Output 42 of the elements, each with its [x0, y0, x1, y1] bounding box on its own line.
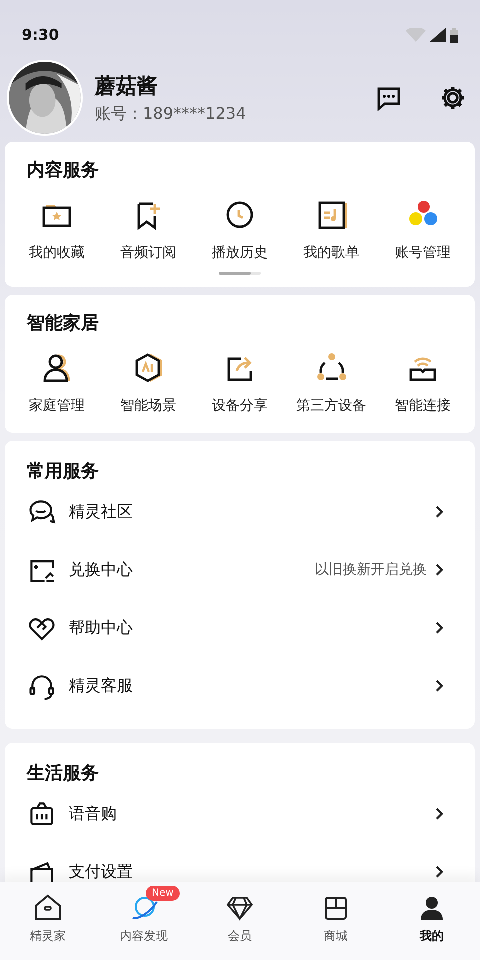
status-time: 9:30 [22, 26, 60, 44]
tab[interactable]: 商城 [288, 882, 384, 960]
service-item[interactable]: 我的歌单 [288, 198, 376, 262]
tab[interactable]: 我的 [384, 882, 480, 960]
tab[interactable]: 会员 [192, 882, 288, 960]
menu-item[interactable]: 帮助中心 [69, 618, 133, 638]
chevron-icon[interactable] [435, 621, 445, 635]
service-item[interactable]: 智能场景 [104, 351, 192, 415]
service-item[interactable]: 智能连接 [379, 351, 468, 415]
wifi-icon [406, 28, 426, 42]
section-title: 常用服务 [26, 460, 99, 483]
service-item[interactable]: 我的收藏 [12, 198, 101, 262]
service-item[interactable]: 设备分享 [196, 351, 284, 415]
tab[interactable]: 精灵家 [0, 882, 96, 960]
tab[interactable]: New 内容发现 [96, 882, 192, 960]
chevron-icon[interactable] [435, 563, 445, 577]
settings-icon[interactable] [440, 85, 466, 111]
menu-item[interactable]: 支付设置 [69, 862, 133, 882]
menu-item[interactable]: 语音购 [69, 804, 117, 824]
menu-item[interactable]: 精灵社区 [69, 502, 133, 522]
new-badge: New [146, 886, 180, 901]
chevron-icon[interactable] [435, 679, 445, 693]
chevron-icon[interactable] [435, 865, 445, 879]
signal-icon [430, 28, 446, 42]
service-item[interactable]: 音频订阅 [104, 198, 192, 262]
chevron-icon[interactable] [435, 807, 445, 821]
service-item[interactable]: 家庭管理 [12, 351, 101, 415]
account-number: 账号：189****1234 [95, 104, 246, 124]
section-title: 生活服务 [26, 762, 99, 785]
item-hint: 以旧换新开启兑换 [315, 561, 427, 579]
section-title: 内容服务 [26, 159, 99, 182]
service-item[interactable]: 播放历史 [196, 198, 284, 262]
scroll-indicator [219, 272, 261, 275]
battery-icon [450, 28, 458, 42]
message-icon[interactable] [376, 85, 402, 111]
user-name: 蘑菇酱 [95, 72, 159, 100]
menu-item[interactable]: 精灵客服 [69, 676, 133, 696]
service-item[interactable]: 账号管理 [379, 198, 468, 262]
chevron-icon[interactable] [435, 505, 445, 519]
section-title: 智能家居 [26, 312, 99, 335]
menu-item[interactable]: 兑换中心 [69, 560, 133, 580]
service-item[interactable]: 第三方设备 [288, 351, 376, 415]
